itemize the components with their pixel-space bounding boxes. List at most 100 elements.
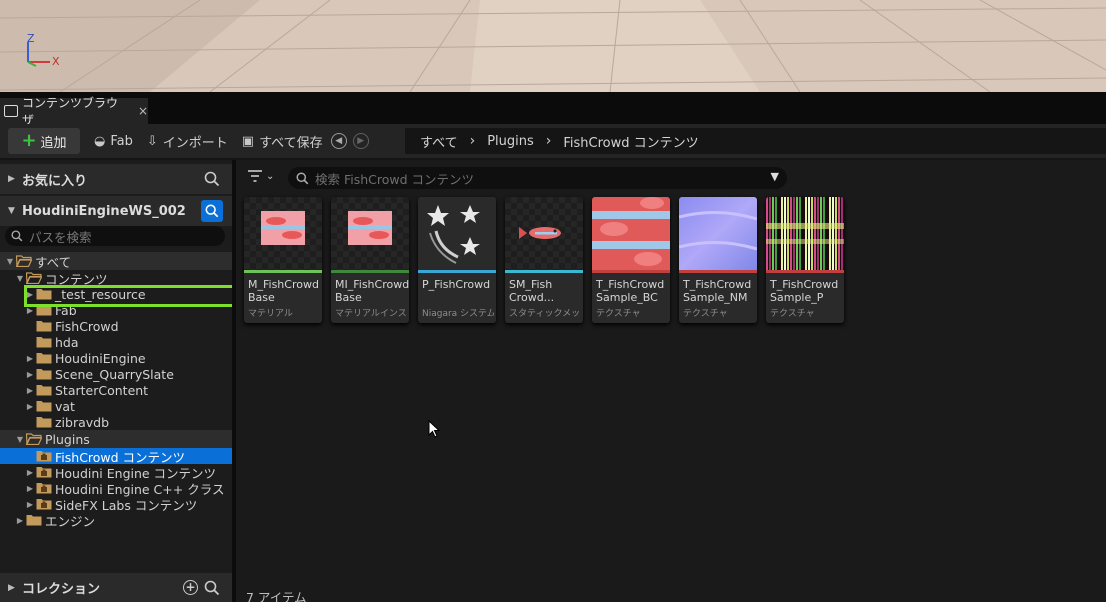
asset-thumbnail — [766, 197, 844, 270]
tree-item[interactable]: ▶ エンジン — [0, 512, 232, 529]
tree-item-label: コンテンツ — [45, 271, 108, 287]
folder-icon — [26, 272, 42, 284]
asset-thumbnail — [418, 197, 496, 270]
chevron-down-icon[interactable]: ▼ — [771, 170, 779, 183]
asset-thumbnail — [505, 197, 583, 270]
chevron-right-icon[interactable]: ▶ — [24, 290, 36, 299]
folder-icon — [36, 337, 52, 348]
asset-search-input[interactable]: 検索 FishCrowd コンテンツ ▼ — [288, 167, 787, 189]
plugin-folder-icon — [36, 483, 52, 494]
tree-item-label: _test_resource — [55, 286, 146, 302]
path-search-placeholder: パスを検索 — [29, 229, 92, 245]
asset-tile[interactable]: T_FishCrowd Sample_NM テクスチャ — [679, 197, 757, 323]
asset-view-panel: ⌄ 検索 FishCrowd コンテンツ ▼ M_FishCrowd Base マ… — [236, 160, 1106, 602]
breadcrumb-item[interactable]: すべて — [420, 132, 458, 151]
chevron-down-icon[interactable]: ▼ — [14, 435, 26, 444]
tab-content-browser[interactable]: コンテンツブラウザ × — [0, 96, 148, 127]
tree-item[interactable]: ▶ HoudiniEngine — [0, 350, 232, 366]
tree-item[interactable]: hda — [0, 334, 232, 350]
chevron-right-icon: ▶ — [8, 174, 15, 184]
asset-tile[interactable]: MI_FishCrowd Base マテリアルインス... — [331, 197, 409, 323]
asset-name: T_FishCrowd Sample_NM — [683, 278, 752, 304]
tree-item-label: エンジン — [45, 513, 96, 529]
tree-item[interactable]: ▶ _test_resource — [0, 286, 232, 302]
folder-icon — [16, 255, 32, 267]
tree-item[interactable]: ▶ Scene_QuarrySlate — [0, 366, 232, 382]
fab-button[interactable]: ◒ Fab — [94, 134, 133, 149]
search-icon[interactable] — [204, 580, 220, 596]
favorites-section-header[interactable]: ▶ お気に入り — [0, 164, 232, 194]
level-viewport[interactable]: Z X — [0, 0, 1106, 92]
add-collection-icon[interactable]: + — [183, 580, 198, 595]
save-all-button[interactable]: ▣ すべて保存 — [242, 132, 323, 151]
path-search-input[interactable]: パスを検索 — [5, 226, 225, 246]
asset-tile[interactable]: T_FishCrowd Sample_P テクスチャ — [766, 197, 844, 323]
plugin-folder-icon — [36, 467, 52, 478]
tree-item-label: hda — [55, 334, 79, 350]
forward-arrow-icon[interactable]: ▶ — [352, 133, 369, 149]
tree-item-label: Scene_QuarrySlate — [55, 366, 174, 382]
back-arrow-icon[interactable]: ◀ — [330, 133, 347, 149]
chevron-right-icon[interactable]: ▶ — [24, 386, 36, 395]
breadcrumb-item[interactable]: Plugins — [487, 134, 534, 149]
tab-bar: コンテンツブラウザ × — [0, 92, 1106, 127]
asset-tile[interactable]: M_FishCrowd Base マテリアル — [244, 197, 322, 323]
tree-item[interactable]: ▼ コンテンツ — [0, 270, 232, 287]
axis-x-label: X — [52, 55, 60, 68]
chevron-right-icon[interactable]: ▶ — [24, 468, 36, 477]
asset-grid: M_FishCrowd Base マテリアル MI_FishCrowd Base マテ… — [244, 197, 844, 323]
chevron-right-icon[interactable]: ▶ — [24, 402, 36, 411]
chevron-right-icon[interactable]: › — [470, 133, 476, 149]
tree-item[interactable]: ▼ すべて — [0, 252, 232, 270]
asset-type: マテリアルインス... — [335, 309, 407, 319]
chevron-right-icon[interactable]: ▶ — [14, 516, 26, 525]
folder-icon — [36, 401, 52, 412]
asset-type: テクスチャ — [596, 309, 641, 319]
asset-tile[interactable]: T_FishCrowd Sample_BC テクスチャ — [592, 197, 670, 323]
tree-item[interactable]: ▶ SideFX Labs コンテンツ — [0, 496, 232, 513]
project-label: HoudiniEngineWS_002 — [22, 203, 186, 219]
chevron-down-icon[interactable]: ▼ — [4, 257, 16, 266]
floor-grid — [0, 0, 1106, 92]
item-count: 7 アイテム — [246, 590, 307, 602]
import-button[interactable]: ⇩ インポート — [147, 132, 228, 151]
tree-item[interactable]: ▶ Fab — [0, 302, 232, 318]
collections-section-header[interactable]: ▶ コレクション + — [0, 573, 232, 602]
tree-item[interactable]: ▶ vat — [0, 398, 232, 414]
chevron-right-icon[interactable]: › — [546, 133, 552, 149]
chevron-right-icon[interactable]: ▶ — [24, 370, 36, 379]
plugin-folder-icon — [36, 499, 52, 510]
asset-name: T_FishCrowd Sample_BC — [596, 278, 665, 304]
asset-tile[interactable]: P_FishCrowd Niagara システム — [418, 197, 496, 323]
asset-name: SM_Fish Crowd... — [509, 278, 555, 304]
close-icon[interactable]: × — [138, 104, 148, 118]
search-icon — [296, 171, 309, 184]
chevron-right-icon[interactable]: ▶ — [24, 306, 36, 315]
mouse-cursor-icon — [428, 420, 440, 438]
search-icon[interactable] — [204, 171, 220, 187]
chevron-right-icon[interactable]: ▶ — [24, 484, 36, 493]
breadcrumb-item[interactable]: FishCrowd コンテンツ — [563, 132, 698, 151]
tree-item[interactable]: ▼ Plugins — [0, 430, 232, 448]
content-browser-toolbar: + 追加 ◒ Fab ⇩ インポート ▣ すべて保存 ◀ ▶ すべて › Plu… — [0, 124, 1106, 158]
asset-type: マテリアル — [248, 309, 293, 319]
add-button[interactable]: + 追加 — [8, 128, 80, 154]
tree-item[interactable]: zibravdb — [0, 414, 232, 430]
asset-name: T_FishCrowd Sample_P — [770, 278, 839, 304]
chevron-right-icon[interactable]: ▶ — [24, 500, 36, 509]
asset-thumbnail — [679, 197, 757, 270]
chevron-right-icon[interactable]: ▶ — [24, 354, 36, 363]
asset-name: M_FishCrowd Base — [248, 278, 319, 304]
tree-item[interactable]: ▶ StarterContent — [0, 382, 232, 398]
asset-tile[interactable]: SM_Fish Crowd... スタティックメッ... — [505, 197, 583, 323]
filter-button[interactable]: ⌄ — [248, 170, 274, 182]
asset-name: P_FishCrowd — [422, 278, 491, 291]
search-toggle-button[interactable] — [201, 200, 223, 222]
project-section-header[interactable]: ▼ HoudiniEngineWS_002 — [0, 196, 232, 226]
tree-item[interactable]: FishCrowd — [0, 318, 232, 334]
asset-type: Niagara システム — [422, 309, 494, 319]
tree-item-label: StarterContent — [55, 382, 149, 398]
sources-panel: ▶ お気に入り ▼ HoudiniEngineWS_002 パスを検索 ▼ すべて… — [0, 160, 232, 602]
chevron-down-icon[interactable]: ▼ — [14, 274, 26, 283]
favorites-label: お気に入り — [22, 173, 88, 189]
